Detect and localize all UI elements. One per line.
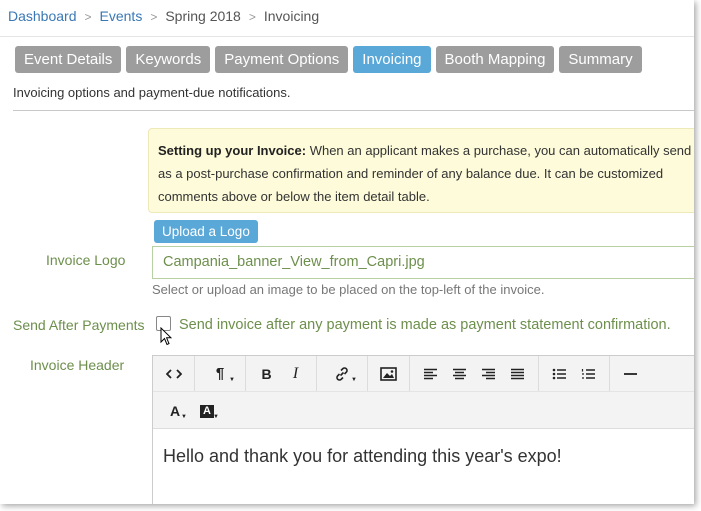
invoice-header-editor: ¶ ▼ B I ▼ A ▼ A ▼ Hello and thank you fo…: [152, 355, 694, 504]
tab-invoicing[interactable]: Invoicing: [353, 46, 431, 73]
bold-icon[interactable]: B: [252, 360, 281, 388]
align-center-icon[interactable]: [445, 360, 474, 388]
callout-text: When an applicant makes a purchase, you …: [309, 143, 692, 158]
divider: [0, 36, 694, 37]
paragraph-style-icon[interactable]: ¶ ▼: [201, 360, 239, 388]
editor-toolbar: ¶ ▼ B I ▼ A ▼ A ▼: [153, 356, 694, 429]
breadcrumb-separator: >: [150, 10, 158, 24]
invoice-header-label: Invoice Header: [30, 357, 125, 373]
send-after-payments-description[interactable]: Send invoice after any payment is made a…: [179, 317, 671, 333]
image-icon[interactable]: [374, 360, 403, 388]
invoicing-page: Dashboard > Events > Spring 2018 > Invoicing E…: [0, 0, 694, 504]
breadcrumb-event: Spring 2018: [165, 8, 241, 24]
editor-content[interactable]: Hello and thank you for attending this y…: [153, 429, 694, 484]
upload-logo-button[interactable]: Upload a Logo: [154, 220, 258, 243]
breadcrumb-separator: >: [84, 10, 92, 24]
invoice-logo-help: Select or upload an image to be placed o…: [152, 282, 545, 297]
mouse-cursor-icon: [160, 326, 173, 351]
send-after-payments-label: Send After Payments: [13, 317, 145, 333]
info-callout: Setting up your Invoice: When an applica…: [148, 128, 694, 213]
breadcrumb: Dashboard > Events > Spring 2018 > Invoicing: [8, 8, 319, 24]
tab-description: Invoicing options and payment-due notifi…: [13, 85, 291, 100]
callout-text: as a post-purchase confirmation and remi…: [158, 166, 664, 181]
tab-keywords[interactable]: Keywords: [126, 46, 211, 73]
align-right-icon[interactable]: [474, 360, 503, 388]
align-justify-icon[interactable]: [503, 360, 532, 388]
invoice-logo-label: Invoice Logo: [46, 252, 126, 268]
text-color-icon[interactable]: A ▼: [159, 397, 191, 425]
tab-payment-options[interactable]: Payment Options: [215, 46, 349, 73]
breadcrumb-separator: >: [248, 10, 256, 24]
tab-summary[interactable]: Summary: [559, 46, 642, 73]
code-view-icon[interactable]: [159, 360, 188, 388]
breadcrumb-current: Invoicing: [263, 8, 320, 24]
invoice-logo-field[interactable]: Campania_banner_View_from_Capri.jpg: [152, 246, 694, 279]
tab-event-details[interactable]: Event Details: [15, 46, 122, 73]
align-left-icon[interactable]: [416, 360, 445, 388]
bulleted-list-icon[interactable]: [545, 360, 574, 388]
breadcrumb-events[interactable]: Events: [100, 8, 143, 24]
breadcrumb-dashboard[interactable]: Dashboard: [8, 8, 77, 24]
background-color-icon[interactable]: A ▼: [191, 397, 223, 425]
tab-booth-mapping[interactable]: Booth Mapping: [435, 46, 555, 73]
callout-text: comments above or below the item detail …: [158, 189, 430, 204]
callout-heading: Setting up your Invoice:: [158, 143, 307, 158]
horizontal-rule-icon[interactable]: [616, 360, 645, 388]
numbered-list-icon[interactable]: [574, 360, 603, 388]
divider: [13, 110, 694, 111]
tab-bar: Event Details Keywords Payment Options I…: [15, 46, 642, 73]
italic-icon[interactable]: I: [281, 360, 310, 388]
link-icon[interactable]: ▼: [323, 360, 361, 388]
